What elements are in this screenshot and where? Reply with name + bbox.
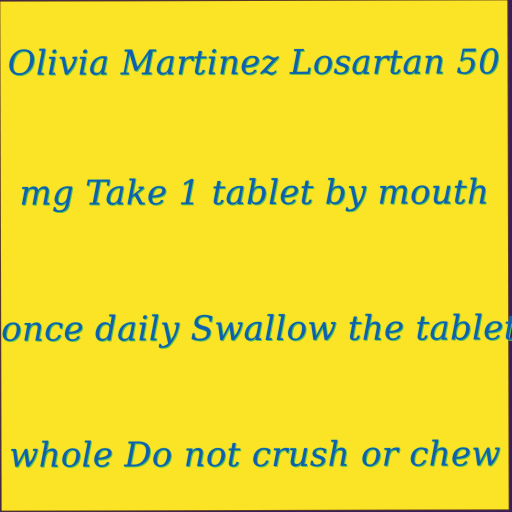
label-line-dose-instruction: mg Take 1 tablet by mouth xyxy=(19,172,490,214)
label-line-frequency: once daily Swallow the tablet xyxy=(1,308,512,350)
prescription-label: Olivia Martinez Losartan 50 mg Take 1 ta… xyxy=(0,0,512,511)
label-line-patient-drug: Olivia Martinez Losartan 50 xyxy=(7,42,501,84)
label-line-warning: whole Do not crush or chew xyxy=(9,434,501,476)
